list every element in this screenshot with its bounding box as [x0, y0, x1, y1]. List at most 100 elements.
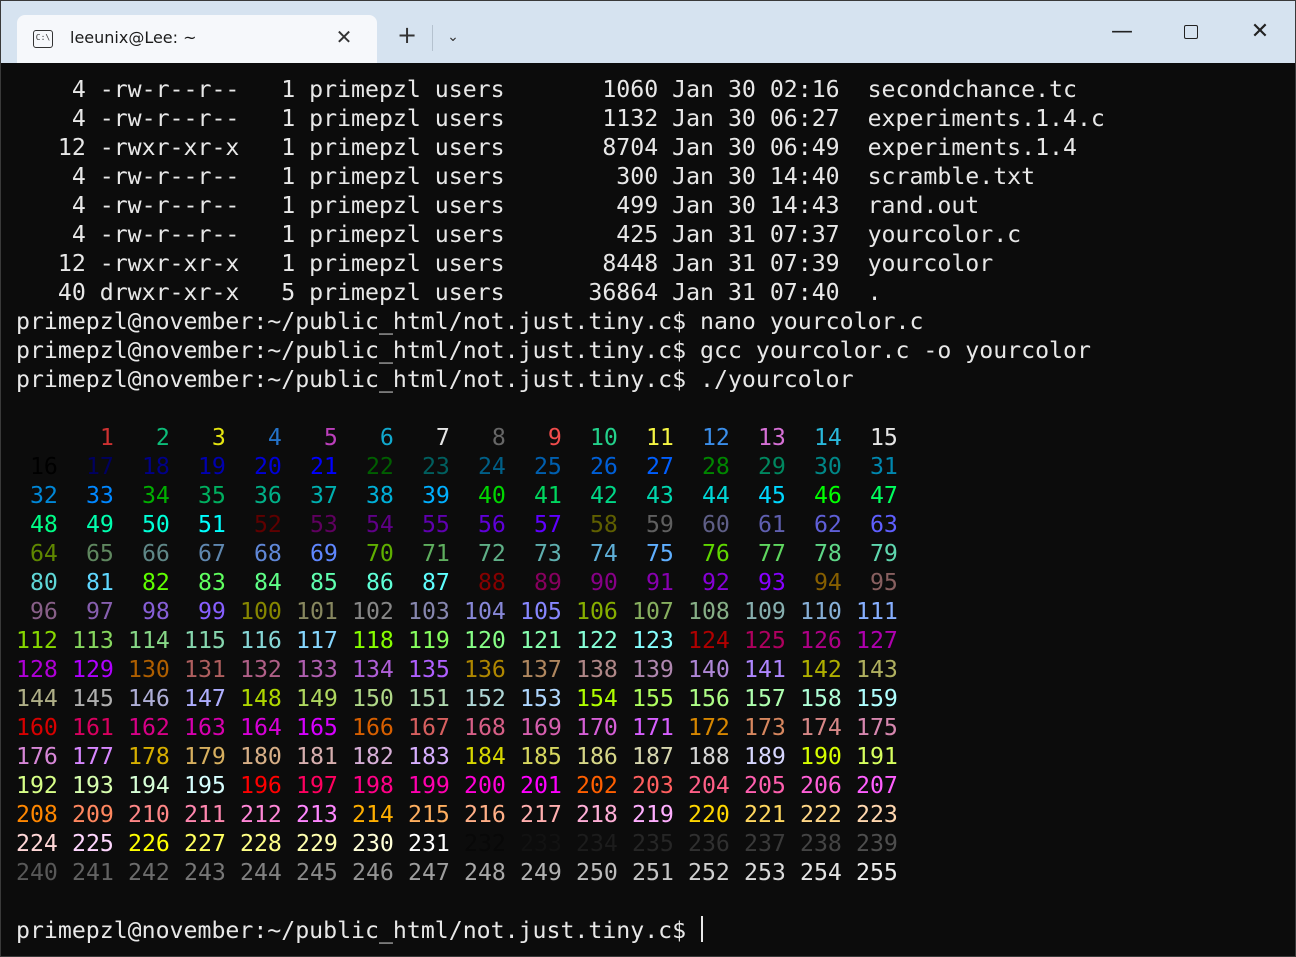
color-code-59: 59	[632, 511, 674, 538]
color-code-187: 187	[632, 743, 674, 770]
color-code-164: 164	[240, 714, 282, 741]
color-code-192: 192	[16, 772, 58, 799]
color-code-124: 124	[688, 627, 730, 654]
color-code-130: 130	[128, 656, 170, 683]
prompt-line: primepzl@november:~/public_html/not.just…	[16, 916, 704, 945]
color-code-255: 255	[856, 859, 898, 886]
color-code-25: 25	[520, 453, 562, 480]
command-line: primepzl@november:~/public_html/not.just…	[16, 308, 924, 335]
color-code-254: 254	[800, 859, 842, 886]
color-code-101: 101	[296, 598, 338, 625]
color-code-221: 221	[744, 801, 786, 828]
color-code-156: 156	[688, 685, 730, 712]
color-code-13: 13	[744, 424, 786, 451]
color-code-42: 42	[576, 482, 618, 509]
color-code-93: 93	[744, 569, 786, 596]
color-code-168: 168	[464, 714, 506, 741]
color-code-143: 143	[856, 656, 898, 683]
color-code-251: 251	[632, 859, 674, 886]
color-code-9: 9	[520, 424, 562, 451]
color-code-250: 250	[576, 859, 618, 886]
color-code-184: 184	[464, 743, 506, 770]
tab-dropdown-button[interactable]: ⌄	[443, 27, 463, 47]
color-code-234: 234	[576, 830, 618, 857]
color-code-136: 136	[464, 656, 506, 683]
color-code-95: 95	[856, 569, 898, 596]
color-code-237: 237	[744, 830, 786, 857]
color-code-203: 203	[632, 772, 674, 799]
color-code-219: 219	[632, 801, 674, 828]
maximize-button[interactable]	[1168, 15, 1214, 51]
color-code-43: 43	[632, 482, 674, 509]
color-code-14: 14	[800, 424, 842, 451]
color-code-64: 64	[16, 540, 58, 567]
terminal-output[interactable]: 4 -rw-r--r-- 1 primepzl users 1060 Jan 3…	[1, 63, 1295, 956]
color-code-193: 193	[72, 772, 114, 799]
color-code-207: 207	[856, 772, 898, 799]
color-code-23: 23	[408, 453, 450, 480]
color-code-118: 118	[352, 627, 394, 654]
color-code-76: 76	[688, 540, 730, 567]
color-code-204: 204	[688, 772, 730, 799]
color-code-72: 72	[464, 540, 506, 567]
color-code-200: 200	[464, 772, 506, 799]
color-code-106: 106	[576, 598, 618, 625]
color-code-167: 167	[408, 714, 450, 741]
color-code-47: 47	[856, 482, 898, 509]
color-code-119: 119	[408, 627, 450, 654]
color-code-104: 104	[464, 598, 506, 625]
color-code-90: 90	[576, 569, 618, 596]
new-tab-button[interactable]: +	[394, 23, 420, 49]
color-code-92: 92	[688, 569, 730, 596]
color-code-41: 41	[520, 482, 562, 509]
color-code-105: 105	[520, 598, 562, 625]
color-code-134: 134	[352, 656, 394, 683]
color-code-162: 162	[128, 714, 170, 741]
color-code-172: 172	[688, 714, 730, 741]
color-code-161: 161	[72, 714, 114, 741]
color-code-246: 246	[352, 859, 394, 886]
color-code-157: 157	[744, 685, 786, 712]
color-code-229: 229	[296, 830, 338, 857]
command-prompt-icon: C:\	[33, 30, 53, 48]
color-code-129: 129	[72, 656, 114, 683]
color-code-145: 145	[72, 685, 114, 712]
color-code-127: 127	[856, 627, 898, 654]
minimize-button[interactable]: —	[1099, 15, 1145, 51]
color-code-26: 26	[576, 453, 618, 480]
color-code-208: 208	[16, 801, 58, 828]
color-code-122: 122	[576, 627, 618, 654]
color-code-32: 32	[16, 482, 58, 509]
color-code-144: 144	[16, 685, 58, 712]
color-code-40: 40	[464, 482, 506, 509]
color-code-80: 80	[16, 569, 58, 596]
color-code-8: 8	[464, 424, 506, 451]
color-code-166: 166	[352, 714, 394, 741]
color-code-15: 15	[856, 424, 898, 451]
color-code-151: 151	[408, 685, 450, 712]
color-code-31: 31	[856, 453, 898, 480]
color-code-107: 107	[632, 598, 674, 625]
color-code-154: 154	[576, 685, 618, 712]
color-code-131: 131	[184, 656, 226, 683]
color-code-97: 97	[72, 598, 114, 625]
terminal-tab[interactable]: C:\ leeunix@Lee: ~ ✕	[17, 15, 377, 63]
color-code-181: 181	[296, 743, 338, 770]
color-code-38: 38	[352, 482, 394, 509]
color-code-82: 82	[128, 569, 170, 596]
color-code-224: 224	[16, 830, 58, 857]
color-code-36: 36	[240, 482, 282, 509]
close-window-button[interactable]: ✕	[1237, 15, 1283, 51]
maximize-icon	[1184, 25, 1198, 39]
color-code-88: 88	[464, 569, 506, 596]
color-code-58: 58	[576, 511, 618, 538]
color-code-248: 248	[464, 859, 506, 886]
color-code-209: 209	[72, 801, 114, 828]
color-code-186: 186	[576, 743, 618, 770]
color-code-220: 220	[688, 801, 730, 828]
close-tab-button[interactable]: ✕	[333, 26, 355, 48]
color-code-22: 22	[352, 453, 394, 480]
color-code-18: 18	[128, 453, 170, 480]
color-code-213: 213	[296, 801, 338, 828]
color-code-4: 4	[240, 424, 282, 451]
